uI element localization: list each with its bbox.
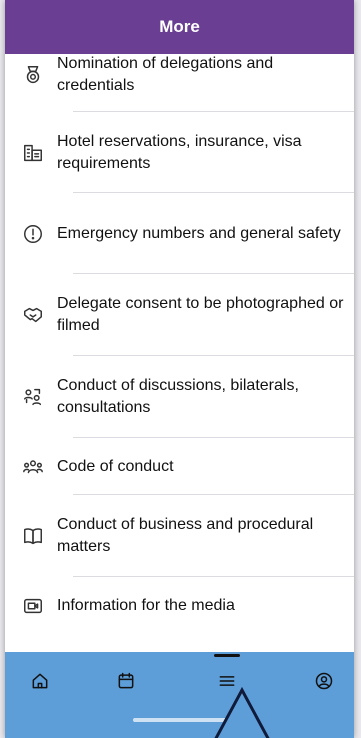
home-icon: [30, 671, 50, 696]
menu-item-business[interactable]: Conduct of business and procedural matte…: [5, 495, 354, 577]
menu-item-hotel[interactable]: Hotel reservations, insurance, visa requ…: [5, 112, 354, 193]
media-icon: [21, 594, 45, 618]
menu-item-label: Information for the media: [57, 597, 235, 614]
app-screen: More Nomination of delegations and crede…: [5, 0, 354, 738]
active-tab-indicator: [214, 654, 240, 657]
menu-item-nomination[interactable]: Nomination of delegations and credential…: [5, 38, 354, 112]
menu-item-media[interactable]: Information for the media: [5, 577, 354, 635]
calendar-icon: [116, 671, 136, 696]
menu-list: Nomination of delegations and credential…: [5, 55, 354, 635]
menu-item-discussions[interactable]: Conduct of discussions, bilaterals, cons…: [5, 356, 354, 438]
menu-item-label: Delegate consent to be photographed or f…: [57, 295, 344, 334]
medal-icon: [21, 63, 45, 87]
menu-item-code-of-conduct[interactable]: Code of conduct: [5, 438, 354, 495]
book-open-icon: [21, 524, 45, 548]
profile-icon: [314, 671, 334, 696]
handshake-icon: [21, 303, 45, 327]
menu-item-label: Emergency numbers and general safety: [57, 224, 341, 242]
menu-item-label: Nomination of delegations and credential…: [57, 55, 274, 94]
tab-profile[interactable]: [309, 668, 339, 698]
menu-item-label: Code of conduct: [57, 457, 174, 475]
menu-item-emergency[interactable]: Emergency numbers and general safety: [5, 193, 354, 274]
tab-calendar[interactable]: [111, 668, 141, 698]
discussion-users-icon: [21, 385, 45, 409]
hotel-icon: [21, 141, 45, 165]
menu-item-label: Conduct of discussions, bilaterals, cons…: [57, 377, 299, 416]
tab-bar: [5, 652, 354, 738]
page-title: More: [159, 17, 200, 36]
people-group-icon: [21, 455, 45, 479]
tab-home[interactable]: [25, 668, 55, 698]
alert-circle-icon: [21, 222, 45, 246]
menu-item-label: Conduct of business and procedural matte…: [57, 516, 314, 555]
menu-item-consent[interactable]: Delegate consent to be photographed or f…: [5, 274, 354, 356]
menu-item-label: Hotel reservations, insurance, visa requ…: [57, 132, 302, 172]
